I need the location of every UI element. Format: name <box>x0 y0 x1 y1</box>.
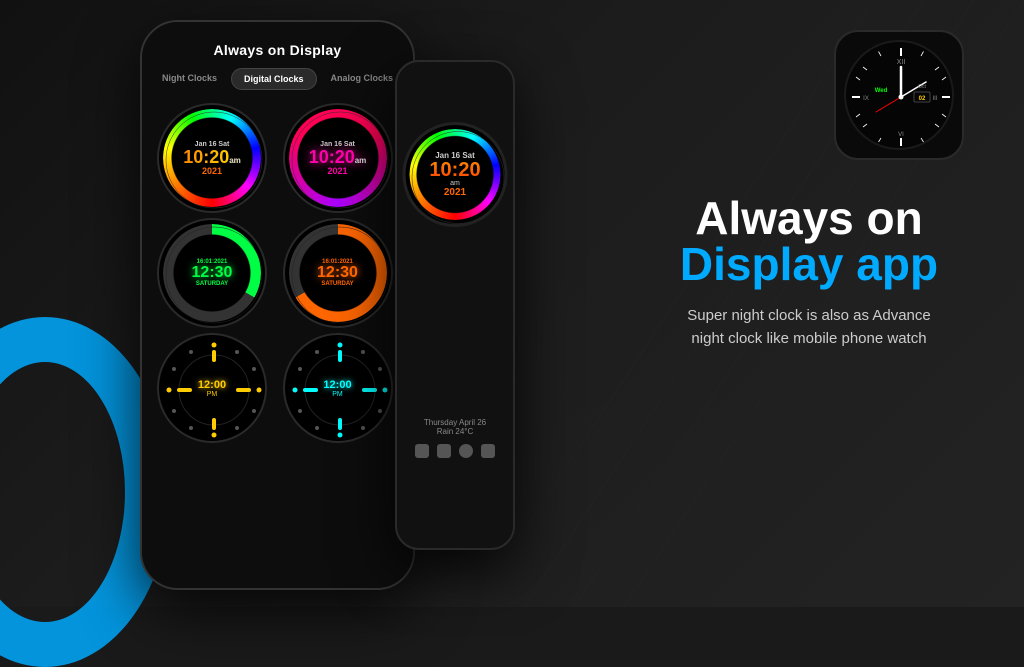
big-clock-year: 2021 <box>429 187 480 198</box>
svg-text:XII: XII <box>897 59 906 66</box>
clock3-time: 12:30 <box>192 265 233 281</box>
phone-header-title: Always on Display <box>142 22 413 68</box>
weather-section: Thursday April 26 Rain 24°C <box>397 418 513 458</box>
weather-icon-1 <box>415 444 429 458</box>
clock5-time-display: 12:00 PM <box>198 379 226 398</box>
big-clock-ampm: am <box>429 180 480 187</box>
clock1-year: 2021 <box>202 166 222 176</box>
weather-line2: Rain 24°C <box>397 427 513 436</box>
headline-section: Always on Display app Super night clock … <box>624 195 994 350</box>
clock-inner-2: Jan 16 Sat 10:20am 2021 <box>285 105 391 211</box>
clock4-day: SATURDAY <box>321 281 353 287</box>
clock6-ampm: PM <box>323 391 351 398</box>
clock1-time: 10:20am <box>183 148 241 166</box>
weather-icon-4 <box>481 444 495 458</box>
headline-line2: Display app <box>624 241 994 287</box>
tab-bar: Night Clocks Digital Clocks Analog Clock… <box>142 68 413 98</box>
phone-mockup: Always on Display Night Clocks Digital C… <box>140 20 415 590</box>
clock4-time: 12:30 <box>317 265 358 281</box>
watch-face: 02 Wed Oct XII IX VI III <box>844 40 954 150</box>
clock2-year: 2021 <box>327 166 347 176</box>
tab-digital-clocks[interactable]: Digital Clocks <box>231 68 317 90</box>
svg-text:02: 02 <box>919 96 926 102</box>
clock-inner-3: 16:01:2021 12:30 SATURDAY <box>159 220 265 326</box>
clock-face-4[interactable]: 16:01:2021 12:30 SATURDAY <box>283 218 393 328</box>
svg-text:Wed: Wed <box>875 88 888 94</box>
svg-text:IX: IX <box>863 96 869 102</box>
clock6-time: 12:00 <box>323 379 351 391</box>
big-clock-time: 10:20 <box>429 160 480 180</box>
headline-subtitle: Super night clock is also as Advancenigh… <box>624 305 994 350</box>
weather-icon-2 <box>437 444 451 458</box>
clock6-time-display: 12:00 PM <box>323 379 351 398</box>
headline-line1: Always on <box>624 195 994 241</box>
svg-text:VI: VI <box>898 132 904 138</box>
big-clock-face: Jan 16 Sat 10:20 am 2021 <box>403 122 508 227</box>
tab-night-clocks[interactable]: Night Clocks <box>150 68 229 90</box>
clock-grid-row1: Jan 16 Sat 10:20am 2021 Jan 16 Sat 10:20… <box>142 98 413 218</box>
phone-screen: Always on Display Night Clocks Digital C… <box>142 22 413 588</box>
clock-grid-row2: 16:01:2021 12:30 SATURDAY 16:01:2021 12:… <box>142 218 413 333</box>
weather-icons <box>397 444 513 458</box>
big-clock-inner: Jan 16 Sat 10:20 am 2021 <box>429 151 480 198</box>
clock2-time: 10:20am <box>309 148 367 166</box>
clock-inner-1: Jan 16 Sat 10:20am 2021 <box>159 105 265 211</box>
clock-face-6[interactable]: 12:00 PM <box>283 333 393 443</box>
clock-face-1[interactable]: Jan 16 Sat 10:20am 2021 <box>157 103 267 213</box>
analog-watch-icon: 02 Wed Oct XII IX VI III <box>834 30 964 160</box>
clock-grid-row3: 12:00 PM <box>142 333 413 448</box>
clock-face-5[interactable]: 12:00 PM <box>157 333 267 443</box>
weather-line1: Thursday April 26 <box>397 418 513 427</box>
clock5-time: 12:00 <box>198 379 226 391</box>
tab-analog-clocks[interactable]: Analog Clocks <box>319 68 406 90</box>
clock-face-2[interactable]: Jan 16 Sat 10:20am 2021 <box>283 103 393 213</box>
phone-big-mockup: Jan 16 Sat 10:20 am 2021 Thursday April … <box>395 60 515 550</box>
clock5-ampm: PM <box>198 391 226 398</box>
svg-text:Oct: Oct <box>918 84 926 90</box>
clock-face-3[interactable]: 16:01:2021 12:30 SATURDAY <box>157 218 267 328</box>
weather-icon-3 <box>459 444 473 458</box>
clock-inner-4: 16:01:2021 12:30 SATURDAY <box>285 220 391 326</box>
watch-face-svg: 02 Wed Oct XII IX VI III <box>846 42 956 152</box>
svg-text:III: III <box>932 96 937 102</box>
clock3-day: SATURDAY <box>196 281 228 287</box>
